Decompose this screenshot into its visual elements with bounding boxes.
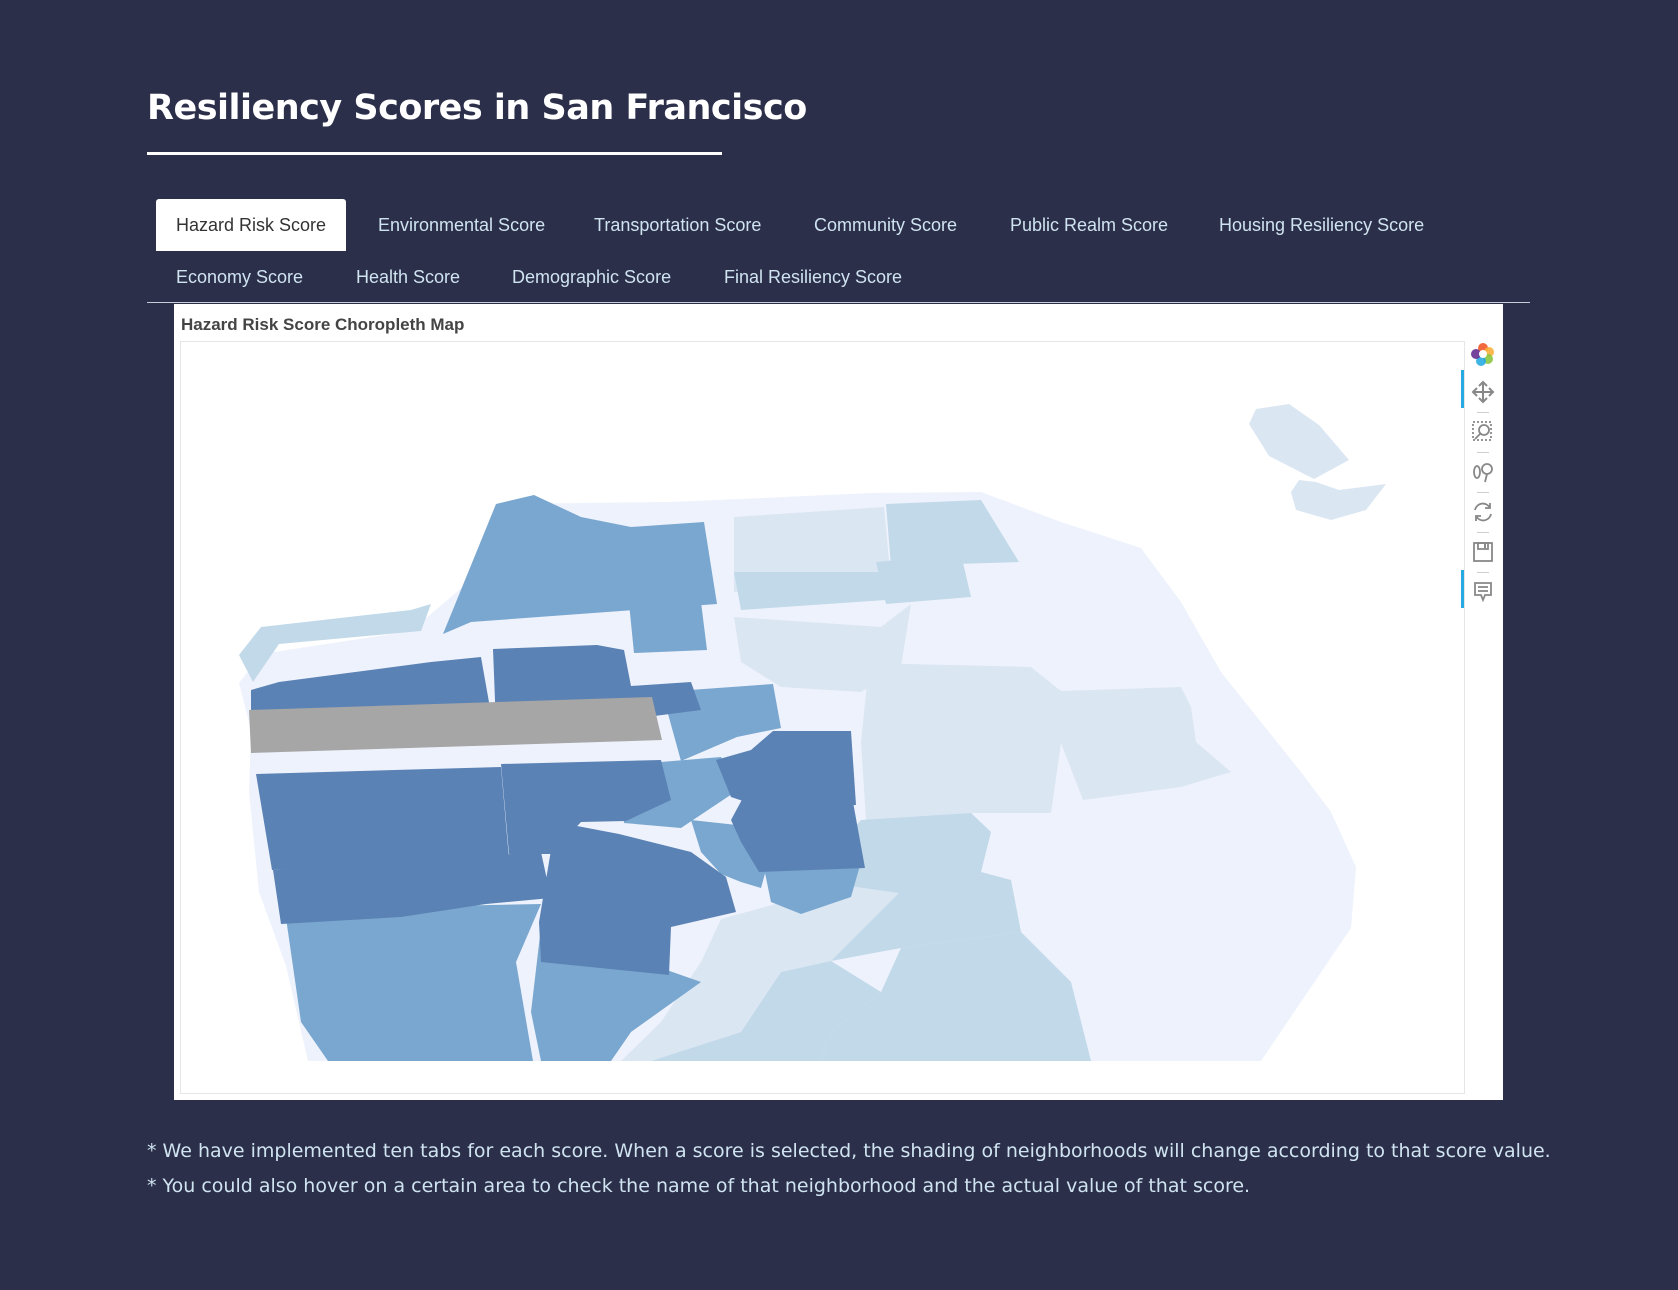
box-zoom-icon[interactable] xyxy=(1469,418,1497,446)
tab-transportation-score[interactable]: Transportation Score xyxy=(574,199,781,251)
tab-economy-score[interactable]: Economy Score xyxy=(156,251,323,303)
save-icon[interactable] xyxy=(1469,538,1497,566)
neighborhood-shape[interactable] xyxy=(256,767,509,870)
choropleth-map-panel: Hazard Risk Score Choropleth Map xyxy=(174,304,1503,1100)
page-title: Resiliency Scores in San Francisco xyxy=(147,88,807,128)
tabs-divider xyxy=(147,302,1530,303)
tab-hazard-risk-score[interactable]: Hazard Risk Score xyxy=(156,199,347,251)
reset-icon[interactable] xyxy=(1469,498,1497,526)
bokeh-logo-icon[interactable] xyxy=(1469,340,1497,368)
note-line-1: * We have implemented ten tabs for each … xyxy=(147,1140,1551,1162)
pan-icon[interactable] xyxy=(1469,378,1497,406)
tab-final-resiliency-score[interactable]: Final Resiliency Score xyxy=(704,251,922,303)
neighborhood-shape[interactable] xyxy=(1291,480,1386,520)
neighborhood-shape[interactable] xyxy=(1249,404,1349,479)
tab-environmental-score[interactable]: Environmental Score xyxy=(358,199,565,251)
neighborhood-shape[interactable] xyxy=(286,904,541,1061)
map-title: Hazard Risk Score Choropleth Map xyxy=(181,315,465,334)
wheel-zoom-icon[interactable] xyxy=(1469,458,1497,486)
map-plot-area[interactable] xyxy=(180,341,1465,1094)
note-line-2: * You could also hover on a certain area… xyxy=(147,1175,1251,1197)
map-toolbar xyxy=(1461,334,1501,634)
tab-housing-resiliency-score[interactable]: Housing Resiliency Score xyxy=(1199,199,1444,251)
neighborhood-shape[interactable] xyxy=(629,602,707,653)
hover-active-indicator xyxy=(1461,570,1464,608)
pan-active-indicator xyxy=(1461,370,1464,408)
choropleth-map[interactable] xyxy=(181,342,1465,1094)
hover-icon[interactable] xyxy=(1469,578,1497,606)
tab-public-realm-score[interactable]: Public Realm Score xyxy=(990,199,1188,251)
title-underline xyxy=(147,152,722,155)
tab-community-score[interactable]: Community Score xyxy=(794,199,977,251)
neighborhood-shape[interactable] xyxy=(861,663,1061,820)
tab-health-score[interactable]: Health Score xyxy=(336,251,480,303)
tab-demographic-score[interactable]: Demographic Score xyxy=(492,251,691,303)
